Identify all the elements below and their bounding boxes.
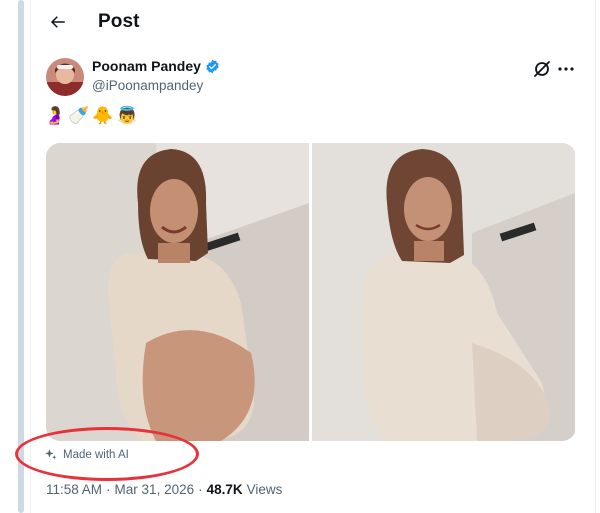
grok-button[interactable] (532, 59, 552, 79)
author-name[interactable]: Poonam Pandey (92, 58, 220, 74)
window-edge-rail (18, 0, 24, 513)
chick-emoji: 🐥 (92, 106, 114, 126)
meta-separator: · (106, 482, 111, 497)
pregnant-woman-emoji: 🤰 (44, 106, 66, 126)
angel-emoji: 👼 (116, 106, 138, 126)
annotation-circle (15, 427, 199, 481)
avatar[interactable] (46, 58, 84, 96)
post-photo-2[interactable] (312, 143, 575, 441)
page-title: Post (98, 11, 140, 32)
more-dots-icon (558, 67, 574, 71)
post-time[interactable]: 11:58 AM (46, 482, 102, 497)
views-count[interactable]: 48.7K (207, 482, 243, 497)
post-text: 🤰 🍼 🐥 👼 (44, 106, 138, 126)
author-handle[interactable]: @iPoonampandey (92, 78, 203, 93)
meta-separator-2: · (198, 482, 203, 497)
post-meta: 11:58 AM · Mar 31, 2026 · 48.7K Views (46, 482, 282, 497)
back-button[interactable] (46, 10, 70, 34)
media-grid (46, 143, 576, 441)
more-options-button[interactable] (556, 60, 576, 78)
post-photo-1[interactable] (46, 143, 309, 441)
verified-badge-icon (206, 59, 219, 73)
author-name-label: Poonam Pandey (92, 58, 201, 74)
grok-icon (534, 61, 550, 77)
views-label: Views (246, 482, 283, 497)
post-date[interactable]: Mar 31, 2026 (115, 482, 195, 497)
baby-bottle-emoji: 🍼 (68, 106, 90, 126)
back-arrow-icon (50, 16, 65, 28)
post-header: Post (30, 0, 596, 44)
